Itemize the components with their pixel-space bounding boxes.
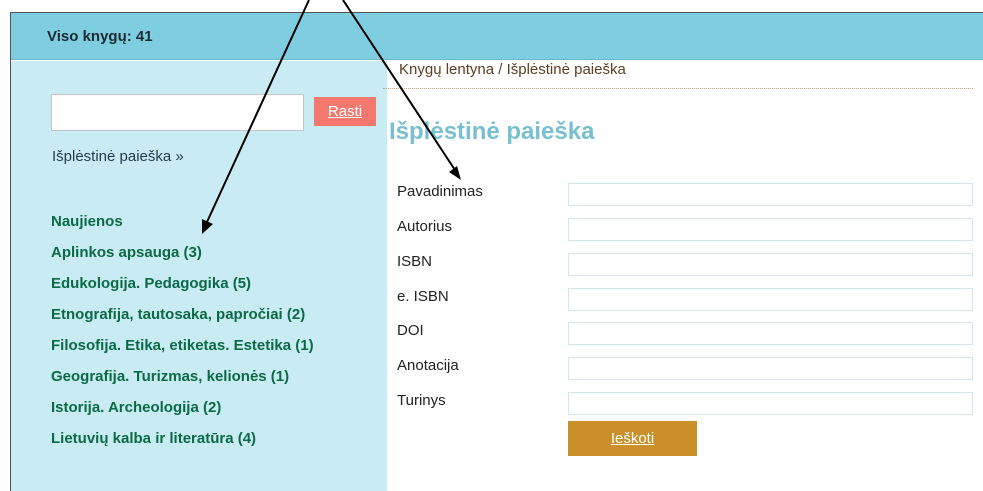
sidebar: Rasti Išplėstinė paieška » Naujienos Apl… [11,61,387,491]
title-field[interactable] [568,183,973,206]
category-education[interactable]: Edukologija. Pedagogika (5) [51,274,376,293]
search-button[interactable]: Rasti [314,97,376,126]
field-label-contents: Turinys [397,392,446,409]
search-submit-button[interactable]: Ieškoti [568,421,697,456]
annotation-field[interactable] [568,357,973,380]
category-geography[interactable]: Geografija. Turizmas, kelionės (1) [51,367,376,386]
total-books-count: Viso knygų: 41 [47,28,153,45]
advanced-search-link[interactable]: Išplėstinė paieška » [52,148,184,165]
field-label-annotation: Anotacija [397,357,459,374]
doi-field[interactable] [568,322,973,345]
category-literature[interactable]: Lietuvių kalba ir literatūra (4) [51,429,376,448]
eisbn-field[interactable] [568,288,973,311]
category-news[interactable]: Naujienos [51,212,376,231]
category-history[interactable]: Istorija. Archeologija (2) [51,398,376,417]
search-input[interactable] [51,94,304,131]
category-ethnography[interactable]: Etnografija, tautosaka, papročiai (2) [51,305,376,324]
author-field[interactable] [568,218,973,241]
field-label-eisbn: e. ISBN [397,288,449,305]
field-label-title: Pavadinimas [397,183,483,200]
field-label-author: Autorius [397,218,453,235]
browser-frame: Viso knygų: 41 Rasti Išplėstinė paieška … [10,12,983,491]
breadcrumb-divider [383,88,973,89]
field-label-doi: DOI [397,322,424,339]
contents-field[interactable] [568,392,973,415]
header-bar: Viso knygų: 41 [11,13,983,60]
category-environment[interactable]: Aplinkos apsauga (3) [51,243,376,262]
isbn-field[interactable] [568,253,973,276]
breadcrumb: Knygų lentyna / Išplėstinė paieška [399,61,626,78]
category-philosophy[interactable]: Filosofija. Etika, etiketas. Estetika (1… [51,336,376,355]
page-title: Išplėstinė paieška [389,118,595,145]
page: Viso knygų: 41 Rasti Išplėstinė paieška … [0,0,983,491]
field-label-isbn: ISBN [397,253,433,270]
category-list: Naujienos Aplinkos apsauga (3) Edukologi… [51,212,376,460]
